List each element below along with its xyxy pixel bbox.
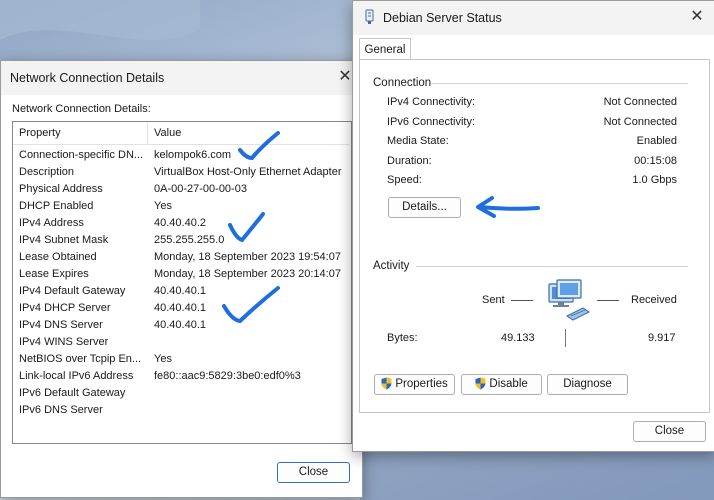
row-value: Monday, 18 September 2023 19:54:07 bbox=[154, 251, 341, 263]
diagnose-button[interactable]: Diagnose bbox=[547, 374, 628, 395]
duration-value: 00:15:08 bbox=[634, 155, 677, 167]
close-icon[interactable]: ✕ bbox=[686, 7, 708, 29]
row-property: IPv4 Address bbox=[19, 217, 84, 229]
disable-button[interactable]: Disable bbox=[461, 374, 542, 395]
row-property: Link-local IPv6 Address bbox=[19, 370, 134, 382]
bytes-label: Bytes: bbox=[387, 332, 418, 344]
disable-label: Disable bbox=[489, 378, 528, 390]
list-header: Property Value bbox=[13, 122, 349, 145]
speed-value: 1.0 Gbps bbox=[632, 174, 677, 186]
row-value: Yes bbox=[154, 200, 172, 212]
tab-general[interactable]: General bbox=[359, 38, 411, 61]
bytes-sent-value: 49.133 bbox=[501, 332, 535, 344]
column-header-property[interactable]: Property bbox=[19, 127, 61, 139]
ipv4-connectivity-value: Not Connected bbox=[603, 96, 677, 108]
sent-label: Sent bbox=[482, 294, 505, 306]
duration-label: Duration: bbox=[387, 155, 432, 167]
row-value: VirtualBox Host-Only Ethernet Adapter bbox=[154, 166, 342, 178]
window-title: Debian Server Status bbox=[383, 11, 502, 25]
row-property: NetBIOS over Tcpip En... bbox=[19, 353, 142, 365]
media-state-value: Enabled bbox=[636, 135, 677, 147]
row-value: 40.40.40.1 bbox=[154, 302, 206, 314]
window-title: Network Connection Details bbox=[10, 71, 165, 85]
properties-button[interactable]: Properties bbox=[374, 374, 455, 395]
title-bar: Debian Server Status ✕ bbox=[353, 1, 714, 35]
received-line bbox=[597, 300, 619, 301]
row-value: Monday, 18 September 2023 20:14:07 bbox=[154, 268, 341, 280]
list-row[interactable]: IPv4 Default Gateway 40.40.40.1 bbox=[13, 283, 349, 300]
general-tab-panel bbox=[359, 59, 710, 413]
list-row[interactable]: IPv6 DNS Server bbox=[13, 402, 349, 419]
row-value: fe80::aac9:5829:3be0:edf0%3 bbox=[154, 370, 301, 382]
received-label: Received bbox=[631, 294, 677, 306]
details-list[interactable]: Property Value Connection-specific DN...… bbox=[12, 121, 352, 444]
list-row[interactable]: Physical Address 0A-00-27-00-00-03 bbox=[13, 181, 349, 198]
row-property: Lease Obtained bbox=[19, 251, 97, 263]
row-value: 0A-00-27-00-00-03 bbox=[154, 183, 247, 195]
list-row[interactable]: NetBIOS over Tcpip En... Yes bbox=[13, 351, 349, 368]
status-close-button[interactable]: Close bbox=[633, 421, 706, 442]
details-close-button[interactable]: Close bbox=[277, 462, 350, 483]
list-row[interactable]: IPv4 Address 40.40.40.2 bbox=[13, 215, 349, 232]
row-property: IPv6 Default Gateway bbox=[19, 387, 126, 399]
network-adapter-icon bbox=[365, 9, 374, 25]
row-property: IPv4 Default Gateway bbox=[19, 285, 126, 297]
row-value: kelompok6.com bbox=[154, 149, 232, 161]
group-divider bbox=[416, 266, 688, 267]
list-row[interactable]: Description VirtualBox Host-Only Etherne… bbox=[13, 164, 349, 181]
list-row[interactable]: IPv4 Subnet Mask 255.255.255.0 bbox=[13, 232, 349, 249]
column-divider[interactable] bbox=[147, 122, 148, 144]
list-row[interactable]: IPv6 Default Gateway bbox=[13, 385, 349, 402]
row-value: Yes bbox=[154, 353, 172, 365]
list-row[interactable]: Connection-specific DN... kelompok6.com bbox=[13, 147, 349, 164]
list-row[interactable]: IPv4 WINS Server bbox=[13, 334, 349, 351]
row-property: IPv4 DNS Server bbox=[19, 319, 103, 331]
properties-label: Properties bbox=[395, 378, 448, 390]
row-property: IPv6 DNS Server bbox=[19, 404, 103, 416]
row-value: 255.255.255.0 bbox=[154, 234, 225, 246]
network-activity-icon bbox=[543, 278, 593, 328]
ipv4-connectivity-label: IPv4 Connectivity: bbox=[387, 96, 476, 108]
group-divider bbox=[431, 83, 688, 84]
title-bar: Network Connection Details ✕ bbox=[1, 61, 362, 95]
bytes-received-value: 9.917 bbox=[648, 332, 676, 344]
row-value: 40.40.40.1 bbox=[154, 319, 206, 331]
bytes-divider bbox=[565, 329, 566, 347]
ipv6-connectivity-label: IPv6 Connectivity: bbox=[387, 116, 476, 128]
list-row[interactable]: IPv4 DNS Server 40.40.40.1 bbox=[13, 317, 349, 334]
row-property: Description bbox=[19, 166, 75, 178]
connection-group-title: Connection bbox=[373, 77, 432, 89]
row-property: DHCP Enabled bbox=[19, 200, 94, 212]
list-row[interactable]: IPv4 DHCP Server 40.40.40.1 bbox=[13, 300, 349, 317]
row-property: IPv4 WINS Server bbox=[19, 336, 109, 348]
ipv6-connectivity-value: Not Connected bbox=[603, 116, 677, 128]
list-row[interactable]: DHCP Enabled Yes bbox=[13, 198, 349, 215]
list-row[interactable]: Lease Expires Monday, 18 September 2023 … bbox=[13, 266, 349, 283]
row-property: Connection-specific DN... bbox=[19, 149, 144, 161]
list-row[interactable]: Link-local IPv6 Address fe80::aac9:5829:… bbox=[13, 368, 349, 385]
row-property: IPv4 Subnet Mask bbox=[19, 234, 109, 246]
section-label: Network Connection Details: bbox=[12, 103, 151, 115]
shield-icon bbox=[475, 377, 486, 390]
row-property: Physical Address bbox=[19, 183, 103, 195]
activity-group-title: Activity bbox=[373, 260, 410, 272]
row-value: 40.40.40.2 bbox=[154, 217, 206, 229]
details-button[interactable]: Details... bbox=[388, 197, 461, 218]
row-value: 40.40.40.1 bbox=[154, 285, 206, 297]
speed-label: Speed: bbox=[387, 174, 422, 186]
row-property: IPv4 DHCP Server bbox=[19, 302, 111, 314]
media-state-label: Media State: bbox=[387, 135, 449, 147]
list-row[interactable]: Lease Obtained Monday, 18 September 2023… bbox=[13, 249, 349, 266]
row-property: Lease Expires bbox=[19, 268, 89, 280]
sent-line bbox=[511, 300, 533, 301]
column-header-value[interactable]: Value bbox=[154, 127, 181, 139]
shield-icon bbox=[381, 377, 392, 390]
